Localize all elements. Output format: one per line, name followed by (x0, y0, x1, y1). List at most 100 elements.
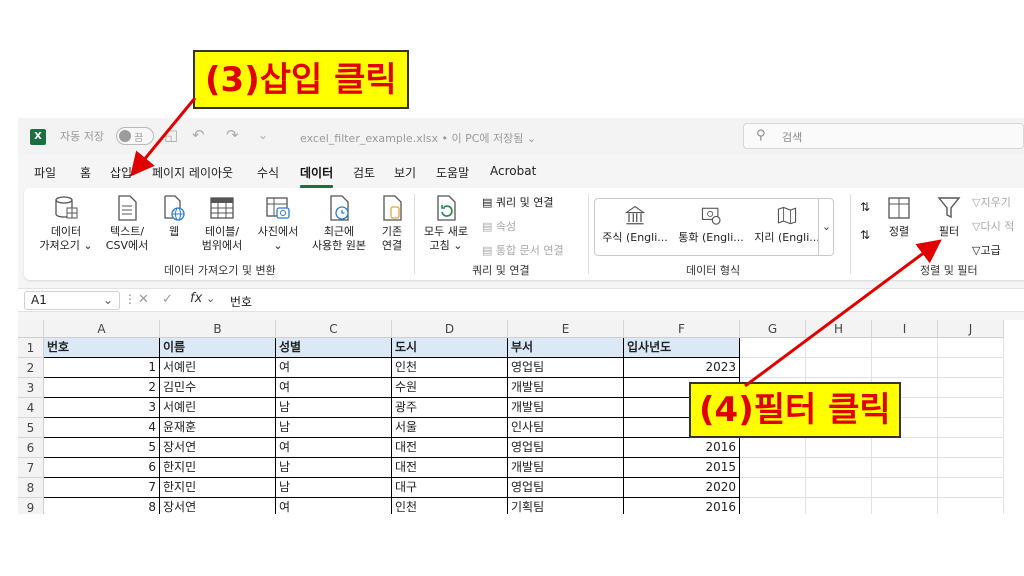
from-web-button[interactable]: 웹 (156, 194, 192, 239)
table-cell[interactable]: 남 (276, 418, 392, 438)
empty-cell[interactable] (938, 378, 1004, 398)
table-cell[interactable]: 여 (276, 498, 392, 514)
table-cell[interactable]: 개발팀 (508, 378, 624, 398)
from-table-range-button[interactable]: 테이블/ 범위에서 (194, 194, 250, 253)
empty-cell[interactable] (938, 458, 1004, 478)
column-header[interactable]: J (938, 320, 1004, 338)
table-cell[interactable]: 1 (44, 358, 160, 378)
enter-check-icon[interactable]: ✓ (162, 292, 173, 307)
empty-cell[interactable] (806, 478, 872, 498)
clear-filter-button[interactable]: ▽지우기 (972, 194, 1011, 210)
table-cell[interactable]: 개발팀 (508, 458, 624, 478)
tab-help[interactable]: 도움말 (436, 164, 469, 181)
column-header[interactable]: G (740, 320, 806, 338)
table-cell[interactable]: 8 (44, 498, 160, 514)
recent-sources-button[interactable]: 최근에 사용한 원본 (306, 194, 372, 253)
refresh-all-button[interactable]: 모두 새로 고침 ⌄ (420, 194, 472, 253)
column-header[interactable]: I (872, 320, 938, 338)
table-cell[interactable]: 7 (44, 478, 160, 498)
table-cell[interactable]: 2016 (624, 438, 740, 458)
tab-view[interactable]: 보기 (394, 164, 416, 181)
empty-cell[interactable] (806, 358, 872, 378)
header-cell[interactable]: 부서 (508, 338, 624, 358)
table-cell[interactable]: 여 (276, 358, 392, 378)
table-cell[interactable]: 김민수 (160, 378, 276, 398)
empty-cell[interactable] (740, 338, 806, 358)
empty-cell[interactable] (872, 338, 938, 358)
empty-cell[interactable] (938, 338, 1004, 358)
table-cell[interactable]: 5 (44, 438, 160, 458)
table-cell[interactable]: 남 (276, 458, 392, 478)
header-cell[interactable]: 이름 (160, 338, 276, 358)
sort-ascending-icon[interactable]: ⇅ (860, 200, 870, 214)
empty-cell[interactable] (806, 458, 872, 478)
empty-cell[interactable] (740, 478, 806, 498)
table-cell[interactable]: 인사팀 (508, 418, 624, 438)
table-cell[interactable]: 대전 (392, 438, 508, 458)
customize-chevron-icon[interactable]: ⌄ (258, 128, 268, 142)
row-header[interactable]: 1 (18, 338, 44, 358)
table-cell[interactable]: 윤재훈 (160, 418, 276, 438)
table-cell[interactable]: 기획팀 (508, 498, 624, 514)
column-header[interactable]: A (44, 320, 160, 338)
cancel-icon[interactable]: ✕ (138, 292, 149, 307)
empty-cell[interactable] (740, 498, 806, 514)
empty-cell[interactable] (938, 418, 1004, 438)
table-cell[interactable]: 2023 (624, 358, 740, 378)
table-cell[interactable]: 서예린 (160, 398, 276, 418)
empty-cell[interactable] (872, 458, 938, 478)
header-cell[interactable]: 성별 (276, 338, 392, 358)
table-cell[interactable]: 인천 (392, 358, 508, 378)
table-cell[interactable]: 한지민 (160, 458, 276, 478)
table-cell[interactable]: 3 (44, 398, 160, 418)
empty-cell[interactable] (740, 438, 806, 458)
properties-button[interactable]: ▤ 속성 (482, 218, 516, 234)
table-cell[interactable]: 2 (44, 378, 160, 398)
empty-cell[interactable] (872, 478, 938, 498)
from-text-csv-button[interactable]: 텍스트/ CSV에서 (98, 194, 156, 253)
sort-descending-icon[interactable]: ⇅ (860, 228, 870, 242)
autosave-toggle[interactable]: 끔 (116, 127, 154, 145)
save-location[interactable]: • 이 PC에 저장됨 ⌄ (442, 132, 537, 145)
empty-cell[interactable] (740, 458, 806, 478)
row-header[interactable]: 6 (18, 438, 44, 458)
undo-icon[interactable]: ↶ (192, 126, 205, 144)
table-cell[interactable]: 영업팀 (508, 438, 624, 458)
row-header[interactable]: 7 (18, 458, 44, 478)
table-cell[interactable]: 서울 (392, 418, 508, 438)
column-header[interactable]: E (508, 320, 624, 338)
data-types-more-chevron-icon[interactable]: ⌄ (818, 198, 834, 256)
filter-button[interactable]: 필터 (932, 194, 966, 239)
row-header[interactable]: 3 (18, 378, 44, 398)
table-cell[interactable]: 2020 (624, 478, 740, 498)
redo-icon[interactable]: ↷ (226, 126, 239, 144)
geography-data-type[interactable]: 지리 (Engli... (750, 204, 824, 245)
column-header[interactable]: D (392, 320, 508, 338)
header-cell[interactable]: 도시 (392, 338, 508, 358)
tab-file[interactable]: 파일 (34, 164, 56, 181)
table-cell[interactable]: 인천 (392, 498, 508, 514)
tab-insert[interactable]: 삽입 (110, 164, 132, 181)
advanced-filter-button[interactable]: ▽고급 (972, 242, 1001, 258)
from-picture-button[interactable]: 사진에서 ⌄ (250, 194, 306, 253)
empty-cell[interactable] (740, 358, 806, 378)
header-cell[interactable]: 번호 (44, 338, 160, 358)
empty-cell[interactable] (938, 438, 1004, 458)
table-cell[interactable]: 남 (276, 398, 392, 418)
empty-cell[interactable] (806, 438, 872, 458)
table-cell[interactable]: 장서연 (160, 498, 276, 514)
tab-page-layout[interactable]: 페이지 레이아웃 (152, 164, 233, 181)
row-header[interactable]: 4 (18, 398, 44, 418)
queries-connections-button[interactable]: ▤ 쿼리 및 연결 (482, 194, 554, 210)
table-cell[interactable]: 한지민 (160, 478, 276, 498)
table-cell[interactable]: 여 (276, 378, 392, 398)
column-header[interactable]: F (624, 320, 740, 338)
search-box[interactable]: ⚲ 검색 (743, 123, 1024, 149)
tab-home[interactable]: 홈 (80, 164, 91, 181)
table-cell[interactable]: 개발팀 (508, 398, 624, 418)
table-cell[interactable]: 6 (44, 458, 160, 478)
table-cell[interactable]: 서예린 (160, 358, 276, 378)
get-data-button[interactable]: 데이터 가져오기 ⌄ (34, 194, 98, 253)
table-cell[interactable]: 2015 (624, 458, 740, 478)
empty-cell[interactable] (938, 498, 1004, 514)
